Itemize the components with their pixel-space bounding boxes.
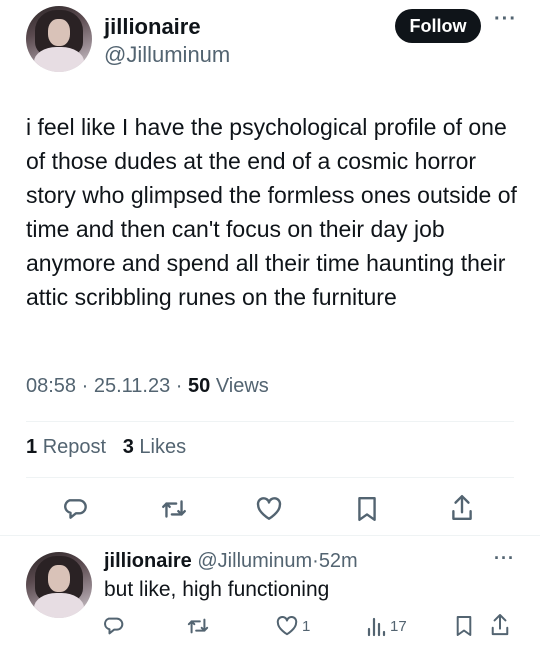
display-name[interactable]: jillionaire (104, 14, 201, 40)
reply-views-button[interactable]: 17 (366, 615, 407, 637)
reply-reply-button[interactable] (104, 615, 126, 637)
likes-count: 3 (122, 436, 134, 458)
reply-header: jillionaire @Jilluminum·52m (104, 550, 358, 572)
divider (26, 477, 514, 478)
reply-like-button[interactable]: 1 (276, 616, 310, 636)
bookmark-button[interactable] (356, 496, 378, 522)
reply-repost-button[interactable] (186, 615, 210, 637)
reply-avatar[interactable] (26, 552, 92, 618)
tweet-meta: 08:58 · 25.11.23 · 50 Views (26, 375, 269, 397)
repost-icon (162, 500, 186, 518)
reply-age[interactable]: 52m (319, 550, 358, 572)
reply-display-name[interactable]: jillionaire (104, 550, 192, 572)
reply-share-button[interactable] (490, 613, 510, 637)
repost-icon (187, 618, 209, 634)
reply-views-count: 17 (390, 617, 407, 635)
tweet-text: i feel like I have the psychological pro… (26, 114, 517, 310)
tweet-time[interactable]: 08:58 (26, 375, 76, 397)
reposts-label: Repost (42, 436, 107, 458)
reply-icon (64, 499, 87, 519)
reposts-link[interactable]: 1 Repost (26, 436, 106, 458)
bookmark-icon (358, 496, 376, 522)
like-icon (276, 616, 298, 636)
views-label: Views (215, 375, 269, 397)
reply-more-options-icon[interactable]: ··· (494, 548, 515, 569)
reply-button[interactable] (64, 496, 90, 522)
reply-bookmark-button[interactable] (455, 615, 473, 637)
engagement-stats: 1 Repost 3 Likes (26, 436, 186, 459)
reply-like-count: 1 (302, 617, 311, 635)
reply-text: but like, high functioning (104, 578, 330, 601)
share-icon (491, 614, 509, 636)
share-icon (452, 494, 472, 520)
views-count: 50 (188, 375, 211, 397)
user-handle[interactable]: @Jilluminum (104, 42, 230, 68)
follow-button[interactable]: Follow (395, 9, 481, 43)
avatar[interactable] (26, 6, 92, 72)
divider (0, 535, 540, 536)
like-icon (256, 497, 282, 520)
likes-label: Likes (139, 436, 187, 458)
repost-button[interactable] (160, 496, 188, 522)
views-icon (367, 617, 386, 637)
tweet-date[interactable]: 25.11.23 (94, 375, 170, 397)
like-button[interactable] (256, 497, 282, 521)
reposts-count: 1 (26, 436, 38, 458)
divider (26, 421, 514, 422)
bookmark-icon (456, 616, 472, 636)
reply-icon (104, 617, 124, 635)
more-options-icon[interactable]: ··· (494, 8, 517, 31)
reply-handle[interactable]: @Jilluminum (197, 550, 312, 572)
likes-link[interactable]: 3 Likes (123, 436, 186, 458)
share-button[interactable] (450, 494, 474, 522)
